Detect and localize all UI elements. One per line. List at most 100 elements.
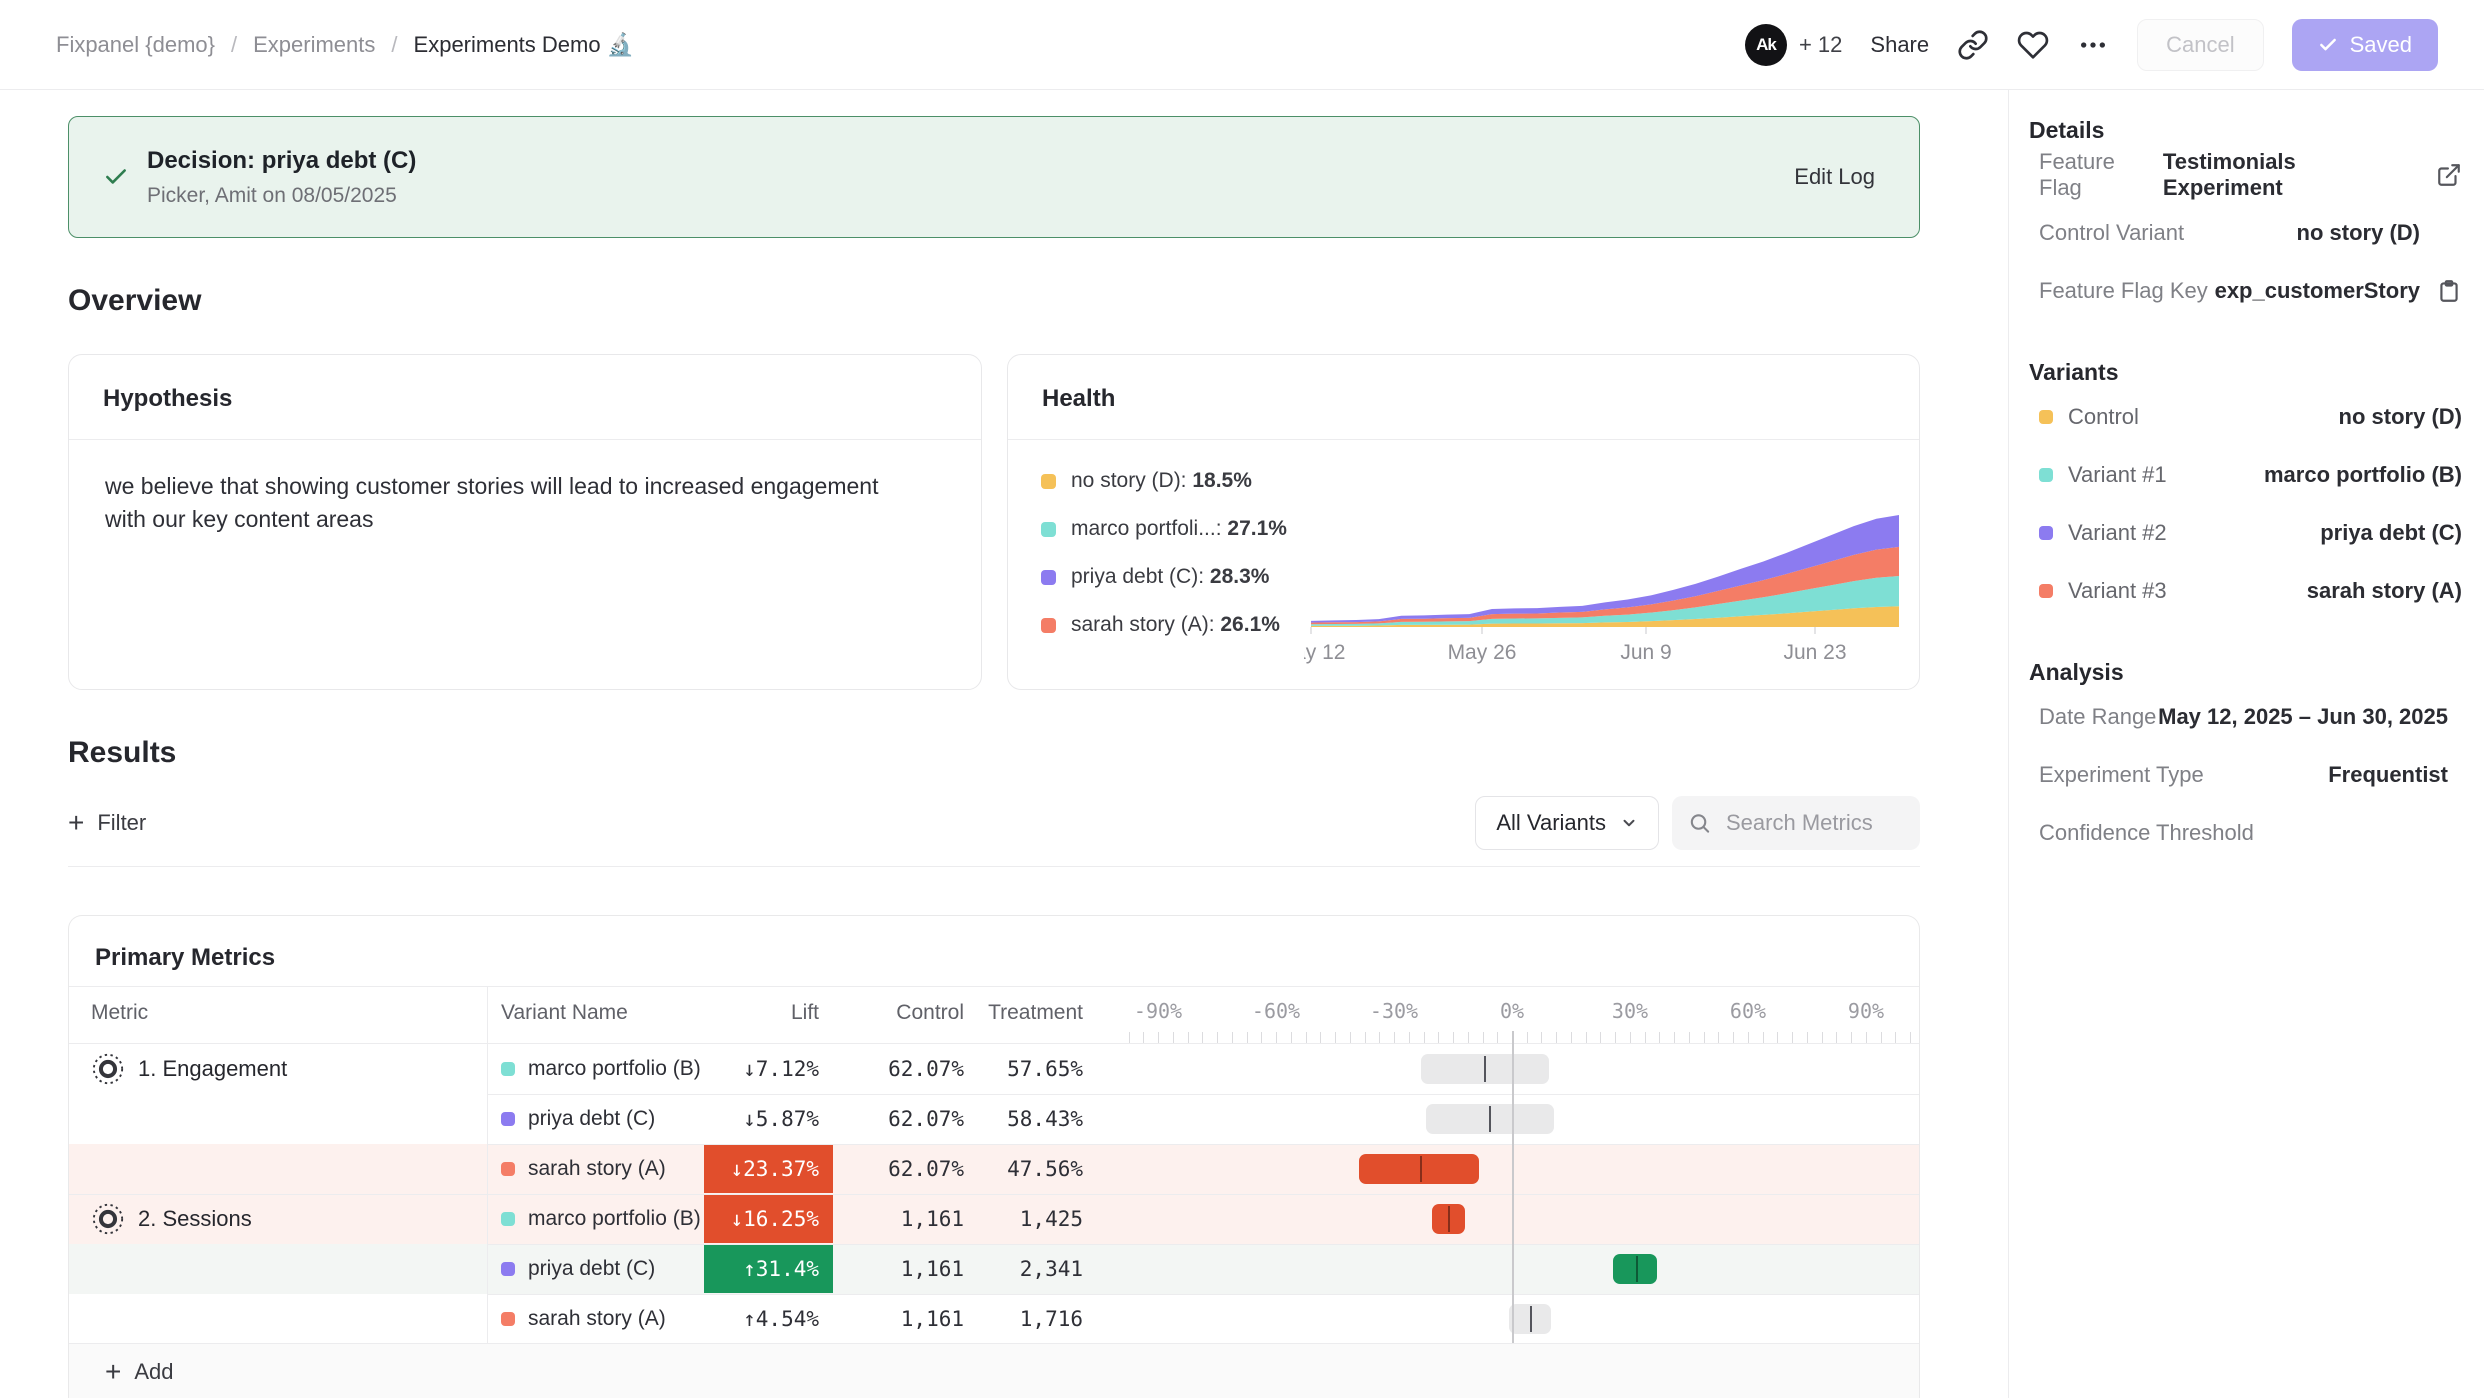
- axis-minor-tick: [1659, 1032, 1660, 1043]
- axis-minor-tick: [1217, 1032, 1218, 1043]
- primary-metrics-card: Primary Metrics Metric Variant Name Lift…: [68, 915, 1920, 1398]
- variant-swatch: [501, 1062, 515, 1076]
- variants-dropdown[interactable]: All Variants: [1475, 796, 1659, 850]
- saved-button[interactable]: Saved: [2292, 19, 2438, 71]
- variant-swatch: [2039, 468, 2053, 482]
- axis-minor-tick: [1630, 1032, 1631, 1043]
- health-stacked-area-chart: May 12May 26Jun 9Jun 23: [1304, 455, 1904, 670]
- variant-swatch: [501, 1312, 515, 1326]
- avatar[interactable]: Ak: [1745, 24, 1787, 66]
- axis-minor-tick: [1615, 1032, 1616, 1043]
- decision-subtitle: Picker, Amit on 08/05/2025: [147, 184, 416, 208]
- control-value: 62.07%: [833, 1094, 964, 1144]
- legend-label: priya debt (C): 28.3%: [1071, 565, 1269, 589]
- metric-goal-icon: [91, 1202, 125, 1236]
- table-row[interactable]: sarah story (A)↑4.54%1,1611,716: [69, 1294, 1919, 1344]
- legend-item: marco portfoli...: 27.1%: [1041, 505, 1287, 553]
- metric-cell: 1. Engagement: [91, 1044, 287, 1094]
- copy-slot[interactable]: [2436, 278, 2462, 304]
- legend-swatch: [1041, 474, 1056, 489]
- saved-label: Saved: [2350, 32, 2412, 58]
- table-row[interactable]: priya debt (C)↑31.4%1,1612,341: [69, 1244, 1919, 1294]
- analysis-row: Date RangeMay 12, 2025 – Jun 30, 2025: [2029, 688, 2462, 746]
- axis-minor-tick: [1350, 1032, 1351, 1043]
- axis-minor-tick: [1335, 1032, 1336, 1043]
- variant-label: Variant #2: [2068, 520, 2167, 546]
- details-value: exp_customerStory: [2215, 278, 2420, 304]
- external-link-slot[interactable]: [2436, 162, 2462, 188]
- breadcrumb-experiments[interactable]: Experiments: [253, 32, 375, 58]
- legend-label: marco portfoli...: 27.1%: [1071, 517, 1287, 541]
- axis-minor-tick: [1541, 1032, 1542, 1043]
- cancel-button[interactable]: Cancel: [2137, 19, 2263, 71]
- details-label: Control Variant: [2039, 220, 2184, 246]
- filter-label: Filter: [97, 810, 146, 836]
- health-title: Health: [1008, 355, 1919, 440]
- axis-tick-label: -90%: [1113, 999, 1203, 1023]
- external-link-icon[interactable]: [2436, 162, 2462, 188]
- axis-minor-tick: [1733, 1032, 1734, 1043]
- treatment-value: 57.65%: [964, 1044, 1083, 1094]
- axis-minor-tick: [1173, 1032, 1174, 1043]
- axis-minor-tick: [1158, 1032, 1159, 1043]
- main-content: Decision: priya debt (C) Picker, Amit on…: [0, 90, 2008, 1398]
- check-icon: [2318, 35, 2338, 55]
- x-axis-label: May 12: [1304, 641, 1345, 664]
- details-label: Feature Flag Key: [2039, 278, 2208, 304]
- control-value: 1,161: [833, 1194, 964, 1244]
- metrics-table: Metric Variant Name Lift Control Treatme…: [69, 987, 1919, 1343]
- add-metric-button[interactable]: + Add: [69, 1343, 1919, 1398]
- metric-cell: 2. Sessions: [91, 1194, 252, 1244]
- metric-goal-icon: [91, 1052, 125, 1086]
- axis-minor-tick: [1556, 1032, 1557, 1043]
- lift-value: ↓7.12%: [704, 1045, 833, 1093]
- table-row[interactable]: 2. Sessionsmarco portfolio (B)↓16.25%1,1…: [69, 1194, 1919, 1244]
- variant-swatch: [501, 1262, 515, 1276]
- edit-log-link[interactable]: Edit Log: [1794, 164, 1875, 190]
- axis-minor-tick: [1261, 1032, 1262, 1043]
- axis-minor-tick: [1689, 1032, 1690, 1043]
- copy-icon[interactable]: [2436, 278, 2462, 304]
- axis-minor-tick: [1792, 1032, 1793, 1043]
- zero-line: [1512, 1031, 1514, 1343]
- favorite-heart-icon[interactable]: [2017, 29, 2049, 61]
- axis-minor-tick: [1424, 1032, 1425, 1043]
- breadcrumb: Fixpanel {demo} / Experiments / Experime…: [56, 32, 634, 58]
- axis-minor-tick: [1881, 1032, 1882, 1043]
- copy-link-icon[interactable]: [1957, 29, 1989, 61]
- breadcrumb-project[interactable]: Fixpanel {demo}: [56, 32, 215, 58]
- confidence-interval-mid-tick: [1489, 1106, 1491, 1132]
- top-bar: Fixpanel {demo} / Experiments / Experime…: [0, 0, 2484, 90]
- variant-cell: priya debt (C): [501, 1244, 655, 1294]
- search-metrics-input[interactable]: [1724, 809, 1904, 837]
- variant-label: Variant #3: [2068, 578, 2167, 604]
- add-label: Add: [134, 1359, 173, 1385]
- axis-tick-label: 0%: [1467, 999, 1557, 1023]
- more-options-icon[interactable]: [2077, 29, 2109, 61]
- variant-name: marco portfolio (B): [528, 1057, 701, 1081]
- confidence-interval-mid-tick: [1530, 1306, 1532, 1332]
- variant-cell: sarah story (A): [501, 1294, 666, 1344]
- hypothesis-text: we believe that showing customer stories…: [69, 440, 949, 567]
- share-button[interactable]: Share: [1870, 32, 1929, 58]
- table-row[interactable]: priya debt (C)↓5.87%62.07%58.43%: [69, 1094, 1919, 1144]
- legend-item: priya debt (C): 28.3%: [1041, 553, 1287, 601]
- axis-tick-label: 90%: [1821, 999, 1911, 1023]
- add-filter-button[interactable]: + Filter: [68, 809, 146, 837]
- analysis-label: Experiment Type: [2039, 762, 2204, 788]
- table-row[interactable]: 1. Engagementmarco portfolio (B)↓7.12%62…: [69, 1044, 1919, 1094]
- col-control: Control: [833, 1001, 964, 1025]
- axis-minor-tick: [1379, 1032, 1380, 1043]
- axis-minor-tick: [1674, 1032, 1675, 1043]
- axis-minor-tick: [1718, 1032, 1719, 1043]
- control-value: 62.07%: [833, 1144, 964, 1194]
- table-row[interactable]: sarah story (A)↓23.37%62.07%47.56%: [69, 1144, 1919, 1194]
- search-icon: [1688, 811, 1711, 835]
- confidence-interval-mid-tick: [1636, 1256, 1638, 1282]
- axis-minor-tick: [1807, 1032, 1808, 1043]
- lift-value: ↑4.54%: [704, 1295, 833, 1343]
- axis-minor-tick: [1836, 1032, 1837, 1043]
- control-value: 1,161: [833, 1294, 964, 1344]
- variant-name: marco portfolio (B): [528, 1207, 701, 1231]
- primary-metrics-title: Primary Metrics: [69, 916, 1919, 987]
